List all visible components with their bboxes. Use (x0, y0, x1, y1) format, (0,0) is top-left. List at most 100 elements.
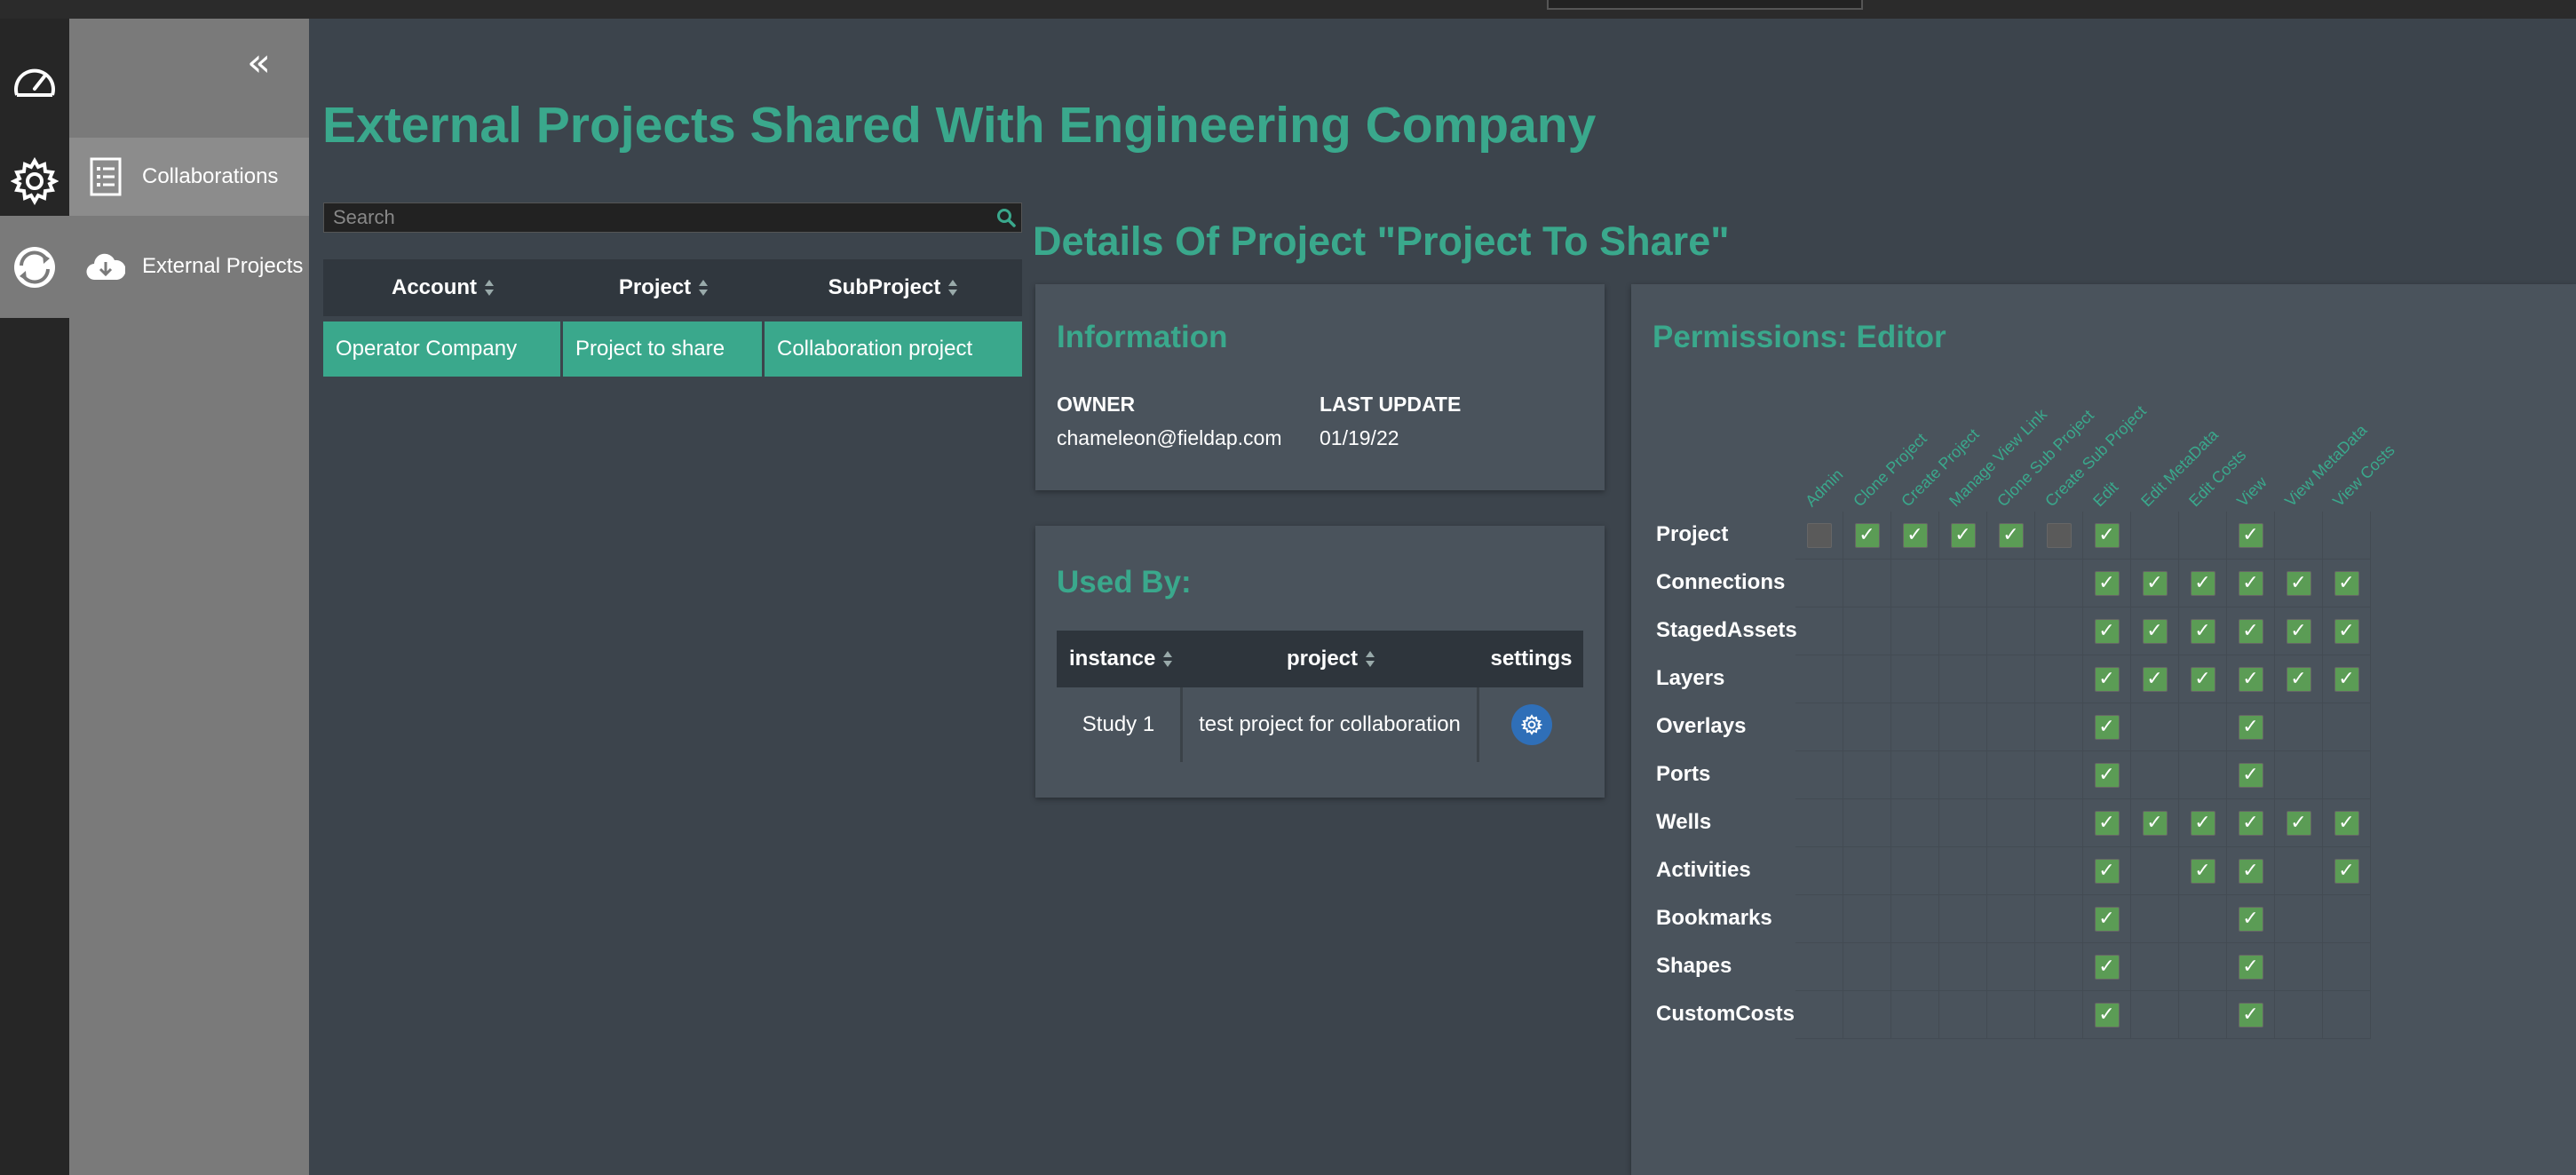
information-card: Information OWNER chameleon@fieldap.com … (1035, 284, 1605, 490)
checkbox-checked[interactable]: ✓ (2094, 1003, 2120, 1028)
used-by-heading: Used By: (1057, 565, 1192, 599)
column-header-project[interactable]: Project (563, 259, 765, 316)
column-header-subproject[interactable]: SubProject (765, 259, 1022, 316)
permission-cell (1987, 560, 2035, 607)
search-icon[interactable] (991, 208, 1021, 227)
table-row[interactable]: Operator Company Project to share Collab… (323, 322, 1022, 377)
checkbox-checked[interactable]: ✓ (2238, 907, 2263, 932)
checkbox-checked[interactable]: ✓ (2334, 667, 2359, 692)
cloud-download-icon (69, 251, 142, 282)
checkbox-checked[interactable]: ✓ (1950, 523, 1976, 548)
checkbox-checked[interactable]: ✓ (1854, 523, 1880, 548)
checkbox-checked[interactable]: ✓ (2190, 859, 2215, 884)
last-update-label: LAST UPDATE (1320, 393, 1462, 416)
permission-cell (1795, 751, 1843, 799)
permission-cell (2035, 607, 2083, 655)
checkbox-checked[interactable]: ✓ (1998, 523, 2024, 548)
checkbox-checked[interactable]: ✓ (2094, 859, 2120, 884)
column-header-account[interactable]: Account (323, 259, 563, 316)
checkbox-checked[interactable]: ✓ (2094, 955, 2120, 980)
checkbox-checked[interactable]: ✓ (2094, 763, 2120, 788)
checkbox-checked[interactable]: ✓ (2238, 571, 2263, 596)
permission-cell (1939, 943, 1987, 991)
page-title: External Projects Shared With Engineerin… (322, 97, 1597, 154)
permission-cell (2179, 943, 2227, 991)
permission-cell: ✓ (2083, 991, 2131, 1039)
permission-row-label: Bookmarks (1656, 906, 1772, 930)
permission-cell (2131, 847, 2179, 895)
rail-dashboard[interactable] (0, 41, 69, 130)
checkbox-checked[interactable]: ✓ (1902, 523, 1928, 548)
permission-cell (1987, 799, 2035, 847)
rail-settings[interactable] (0, 137, 69, 226)
checkbox-checked[interactable]: ✓ (2334, 859, 2359, 884)
permission-cell: ✓ (2275, 560, 2323, 607)
column-header-instance[interactable]: instance (1057, 631, 1183, 687)
permission-row: ✓ ✓ ✓ ✓ ✓ ✓ (1795, 560, 2371, 607)
checkbox-checked[interactable]: ✓ (2238, 859, 2263, 884)
checkbox-checked[interactable]: ✓ (2286, 811, 2311, 836)
checkbox-unchecked[interactable] (2046, 523, 2072, 548)
permission-cell (2131, 991, 2179, 1039)
permission-cell (2275, 895, 2323, 943)
checkbox-checked[interactable]: ✓ (2094, 811, 2120, 836)
checkbox-checked[interactable]: ✓ (2094, 619, 2120, 644)
permission-cell (2035, 847, 2083, 895)
checkbox-checked[interactable]: ✓ (2094, 907, 2120, 932)
permission-cell (2275, 943, 2323, 991)
sidebar-item-external-projects[interactable]: External Projects (69, 227, 309, 306)
checkbox-checked[interactable]: ✓ (2286, 619, 2311, 644)
checkbox-unchecked[interactable] (1806, 523, 1832, 548)
permission-cell: ✓ (2083, 799, 2131, 847)
checkbox-checked[interactable]: ✓ (2142, 811, 2168, 836)
checkbox-checked[interactable]: ✓ (2238, 811, 2263, 836)
checkbox-checked[interactable]: ✓ (2286, 571, 2311, 596)
details-title: Details Of Project "Project To Share" (1033, 218, 1730, 264)
permission-cell (1891, 991, 1939, 1039)
permission-row: ✓ ✓ (1795, 991, 2371, 1039)
rail-collaboration[interactable] (0, 216, 69, 318)
checkbox-checked[interactable]: ✓ (2334, 571, 2359, 596)
checkbox-checked[interactable]: ✓ (2142, 619, 2168, 644)
permission-cell: ✓ (2323, 847, 2371, 895)
checkbox-checked[interactable]: ✓ (2094, 667, 2120, 692)
checkbox-checked[interactable]: ✓ (2094, 715, 2120, 740)
checkbox-checked[interactable]: ✓ (2238, 523, 2263, 548)
permission-cell (1987, 847, 2035, 895)
checkbox-checked[interactable]: ✓ (2238, 1003, 2263, 1028)
permission-cell (2323, 943, 2371, 991)
checkbox-checked[interactable]: ✓ (2190, 619, 2215, 644)
permission-column-header: Admin (1802, 465, 1847, 511)
permission-cell (2323, 751, 2371, 799)
checkbox-checked[interactable]: ✓ (2142, 571, 2168, 596)
checkbox-checked[interactable]: ✓ (2286, 667, 2311, 692)
checkbox-checked[interactable]: ✓ (2190, 571, 2215, 596)
sort-icon (485, 280, 494, 296)
settings-button[interactable] (1510, 704, 1552, 745)
search-input[interactable] (324, 206, 991, 229)
permission-cell (2323, 991, 2371, 1039)
column-header-label: Account (392, 275, 477, 299)
checkbox-checked[interactable]: ✓ (2238, 763, 2263, 788)
collapse-sidebar-icon[interactable]: « (247, 44, 271, 83)
permission-cell (2035, 512, 2083, 560)
permission-cell (1843, 991, 1891, 1039)
top-bar-input[interactable] (1547, 0, 1863, 10)
checkbox-checked[interactable]: ✓ (2238, 955, 2263, 980)
checkbox-checked[interactable]: ✓ (2238, 619, 2263, 644)
sidebar-item-collaborations[interactable]: Collaborations (69, 138, 309, 216)
checkbox-checked[interactable]: ✓ (2334, 619, 2359, 644)
checkbox-checked[interactable]: ✓ (2094, 571, 2120, 596)
checkbox-checked[interactable]: ✓ (2238, 715, 2263, 740)
checkbox-checked[interactable]: ✓ (2190, 811, 2215, 836)
column-header-project[interactable]: project (1183, 631, 1479, 687)
checkbox-checked[interactable]: ✓ (2238, 667, 2263, 692)
checkbox-checked[interactable]: ✓ (2142, 667, 2168, 692)
checkbox-checked[interactable]: ✓ (2334, 811, 2359, 836)
permission-cell: ✓ (2227, 607, 2275, 655)
permission-cell: ✓ (1891, 512, 1939, 560)
permission-cell (1843, 607, 1891, 655)
checkbox-checked[interactable]: ✓ (2094, 523, 2120, 548)
permission-cell (1987, 895, 2035, 943)
checkbox-checked[interactable]: ✓ (2190, 667, 2215, 692)
